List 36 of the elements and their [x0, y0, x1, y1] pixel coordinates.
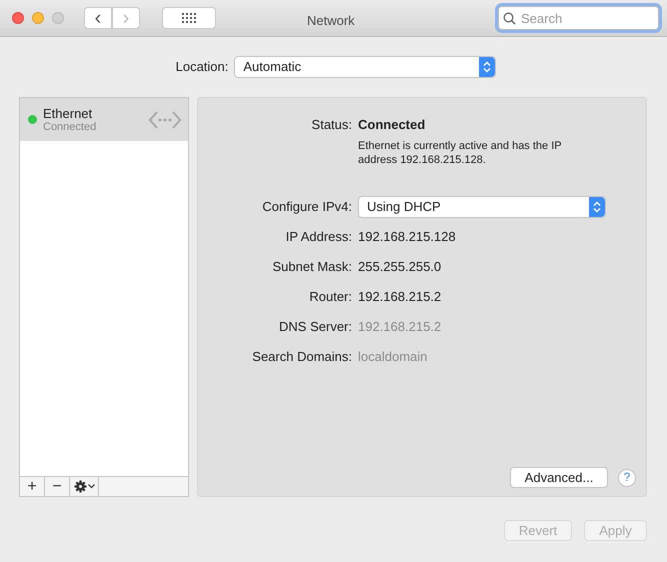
status-description: Ethernet is currently active and has the IP address 192.168.215.128. — [358, 138, 562, 166]
field-label: Status: — [310, 116, 352, 134]
caret-icon — [88, 484, 94, 489]
field-value: 192.168.215.128 — [358, 228, 456, 246]
service-item[interactable]: Ethernet Connected — [20, 98, 188, 141]
window-title: Network — [307, 12, 355, 30]
field-label: Subnet Mask: — [272, 258, 352, 276]
configure-dropdown[interactable]: Using DHCP — [358, 196, 606, 218]
field-label: IP Address: — [284, 228, 352, 246]
stepper-icon — [479, 57, 496, 77]
service-status: Connected — [43, 120, 98, 134]
location-dropdown[interactable]: Automatic — [234, 56, 496, 78]
service-name: Ethernet — [43, 106, 94, 120]
ethernet-icon — [148, 110, 182, 130]
close-button[interactable] — [12, 12, 24, 24]
add-button[interactable]: + — [20, 477, 45, 496]
location-label: Location: — [176, 58, 228, 76]
back-button[interactable]: ‹ — [84, 7, 112, 29]
minimize-button[interactable] — [32, 12, 44, 24]
field-label: Configure IPv4: — [261, 198, 352, 216]
stepper-icon — [589, 196, 605, 216]
advanced-button[interactable]: Advanced... — [510, 467, 608, 488]
search-field[interactable]: Search — [498, 6, 659, 30]
search-icon — [503, 12, 516, 25]
grid-icon — [181, 13, 197, 23]
remove-button[interactable]: − — [45, 477, 70, 496]
field-label: Search Domains: — [251, 348, 352, 366]
field-label: DNS Server: — [278, 318, 352, 336]
gear-icon — [74, 480, 86, 493]
status-value: Connected — [358, 116, 426, 134]
show-all-button[interactable] — [162, 7, 216, 29]
field-label: Router: — [308, 288, 352, 306]
field-value: localdomain — [358, 348, 428, 366]
field-value: 255.255.255.0 — [358, 258, 442, 276]
field-value: 192.168.215.2 — [358, 288, 442, 306]
field-value: 192.168.215.2 — [358, 318, 442, 336]
